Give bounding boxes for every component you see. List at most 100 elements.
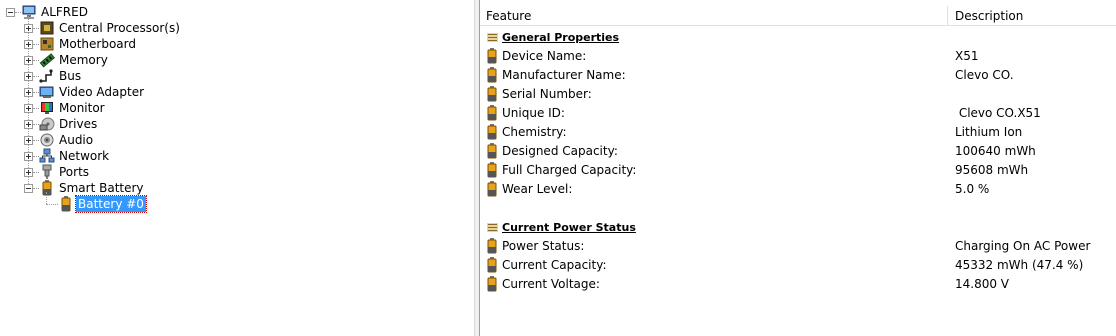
tree-item-label: Central Processor(s) <box>59 21 180 35</box>
expand-toggle[interactable] <box>24 72 33 81</box>
column-header-description-label: Description <box>955 9 1024 23</box>
tree-item-label: Bus <box>59 69 82 83</box>
tree-item-label: Ports <box>59 165 90 179</box>
description-cell: 45332 mWh (47.4 %) <box>955 258 1084 272</box>
feature-cell: Wear Level: <box>502 182 573 196</box>
list-row[interactable]: Current Capacity: 45332 mWh (47.4 %) <box>480 256 1116 275</box>
description-cell: Charging On AC Power <box>955 239 1091 253</box>
list-row[interactable]: Current Voltage: 14.800 V <box>480 275 1116 294</box>
tree-item-label: Motherboard <box>59 37 136 51</box>
selected-tree-item-label: Battery #0 <box>75 195 147 213</box>
list-row[interactable]: Device Name: X51 <box>480 47 1116 66</box>
list-row[interactable]: Unique ID: Clevo CO.X51 <box>480 104 1116 123</box>
motherboard-icon <box>40 37 54 51</box>
tree-item-label: Video Adapter <box>59 85 145 99</box>
section-header-current-power-status: Current Power Status <box>480 218 1116 237</box>
tree-item-monitor[interactable]: Monitor <box>0 100 220 116</box>
tree-root-node[interactable]: ALFRED <box>0 4 200 20</box>
tree-item-bus[interactable]: Bus <box>0 68 220 84</box>
feature-cell: Current Voltage: <box>502 277 600 291</box>
expand-toggle[interactable] <box>24 152 33 161</box>
list-row[interactable]: Wear Level: 5.0 % <box>480 180 1116 199</box>
battery-icon <box>487 181 497 197</box>
feature-cell: Designed Capacity: <box>502 144 618 158</box>
tree-root-label: ALFRED <box>41 5 88 19</box>
feature-cell: Serial Number: <box>502 87 592 101</box>
expand-toggle[interactable] <box>24 88 33 97</box>
description-cell: Clevo CO. <box>955 68 1014 82</box>
tree-item-smart-battery[interactable]: Smart Battery <box>0 180 220 196</box>
audio-icon <box>40 133 54 147</box>
expand-toggle[interactable] <box>24 56 33 65</box>
monitor-icon <box>41 102 53 114</box>
device-tree[interactable]: ALFRED Central Processor(s) Motherboard <box>0 0 474 336</box>
tree-item-video-adapter[interactable]: Video Adapter <box>0 84 220 100</box>
tree-item-audio[interactable]: Audio <box>0 132 220 148</box>
feature-cell: Device Name: <box>502 49 587 63</box>
tree-item-network[interactable]: Network <box>0 148 220 164</box>
feature-cell: Full Charged Capacity: <box>502 163 637 177</box>
expand-toggle[interactable] <box>24 120 33 129</box>
description-cell: Lithium Ion <box>955 125 1023 139</box>
list-row[interactable]: Full Charged Capacity: 95608 mWh <box>480 161 1116 180</box>
expand-toggle[interactable] <box>24 40 33 49</box>
tree-item-battery-0[interactable]: Battery #0 <box>0 195 220 213</box>
battery-icon <box>487 48 497 64</box>
section-header-general-properties: General Properties <box>480 28 1116 47</box>
drives-icon <box>39 117 55 131</box>
network-icon <box>39 148 55 163</box>
battery-icon <box>487 124 497 140</box>
collapse-toggle[interactable] <box>6 8 15 17</box>
list-row[interactable]: Chemistry: Lithium Ion <box>480 123 1116 142</box>
list-row[interactable]: Serial Number: <box>480 85 1116 104</box>
battery-icon <box>42 180 52 196</box>
tree-item-motherboard[interactable]: Motherboard <box>0 36 220 52</box>
tree-item-label: Network <box>59 149 110 163</box>
feature-cell: Manufacturer Name: <box>502 68 626 82</box>
expand-toggle[interactable] <box>24 168 33 177</box>
list-row[interactable]: Designed Capacity: 100640 mWh <box>480 142 1116 161</box>
list-row[interactable]: Power Status: Charging On AC Power <box>480 237 1116 256</box>
feature-cell: Chemistry: <box>502 125 567 139</box>
computer-icon <box>22 5 36 19</box>
tree-item-central-processors[interactable]: Central Processor(s) <box>0 20 220 36</box>
tree-item-label: Smart Battery <box>59 181 144 195</box>
section-icon <box>487 223 498 232</box>
battery-icon <box>487 143 497 159</box>
video-adapter-icon <box>39 86 54 98</box>
column-header-feature-label: Feature <box>486 9 532 23</box>
description-cell: X51 <box>955 49 979 63</box>
battery-icon <box>487 86 497 102</box>
battery-icon <box>487 162 497 178</box>
section-icon <box>487 33 498 42</box>
tree-item-label: Monitor <box>59 101 105 115</box>
tree-item-label: Memory <box>59 53 108 67</box>
battery-icon <box>487 276 497 292</box>
description-cell: 14.800 V <box>955 277 1010 291</box>
list-row[interactable]: Manufacturer Name: Clevo CO. <box>480 66 1116 85</box>
description-cell: 100640 mWh <box>955 144 1036 158</box>
collapse-toggle[interactable] <box>24 184 33 193</box>
description-cell: 5.0 % <box>955 182 990 196</box>
memory-icon <box>39 53 55 68</box>
column-header-feature[interactable]: Feature <box>480 6 946 26</box>
feature-cell: Current Capacity: <box>502 258 607 272</box>
section-title: Current Power Status <box>502 221 636 234</box>
tree-item-memory[interactable]: Memory <box>0 52 220 68</box>
tree-item-ports[interactable]: Ports <box>0 164 220 180</box>
battery-icon <box>487 67 497 83</box>
expand-toggle[interactable] <box>24 136 33 145</box>
battery-icon <box>487 105 497 121</box>
expand-toggle[interactable] <box>24 24 33 33</box>
battery-icon <box>487 257 497 273</box>
expand-toggle[interactable] <box>24 104 33 113</box>
battery-icon <box>61 196 71 212</box>
tree-item-drives[interactable]: Drives <box>0 116 220 132</box>
section-title: General Properties <box>502 31 620 44</box>
column-header-description[interactable]: Description <box>948 6 1116 26</box>
cpu-icon <box>40 21 54 35</box>
ports-icon <box>42 164 52 179</box>
feature-cell: Unique ID: <box>502 106 565 120</box>
properties-list[interactable]: Feature Description General Properties D… <box>480 0 1116 336</box>
feature-cell: Power Status: <box>502 239 585 253</box>
